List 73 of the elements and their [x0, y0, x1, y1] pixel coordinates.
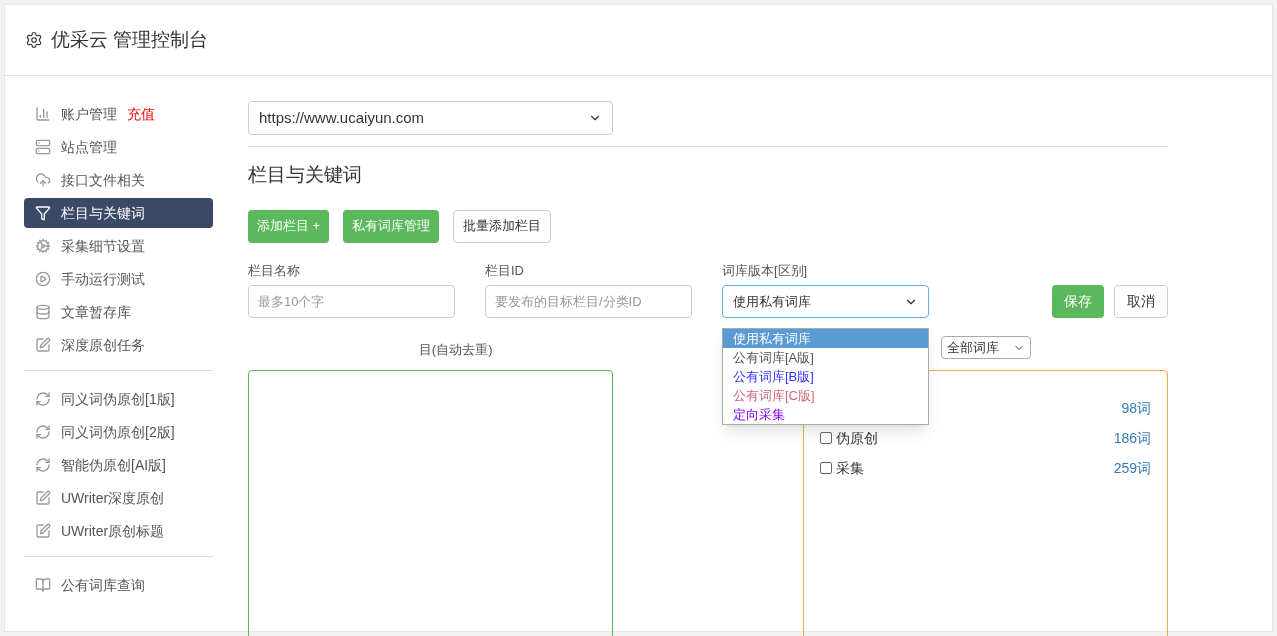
option-label: 公有词库[A版]: [733, 349, 814, 365]
section-title: 栏目与关键词: [248, 163, 362, 187]
console-title: 优采云 管理控制台: [51, 27, 209, 52]
text-field[interactable]: 最多10个字: [248, 285, 455, 318]
sidebar-label: 账户管理: [61, 104, 117, 124]
dropdown-option[interactable]: 公有词库[B版]: [723, 366, 928, 386]
dropdown-option[interactable]: 公有词库[C版]: [723, 385, 928, 405]
sidebar-label: UWriter原创标题: [61, 521, 165, 541]
selected-label: 目(自动去重): [418, 341, 493, 359]
sidebar-label: 手动运行测试: [61, 269, 145, 289]
field-label: 词库版本[区别]: [722, 261, 809, 280]
sidebar-item[interactable]: 接口文件相关: [24, 165, 213, 195]
dropdown-option[interactable]: 定向采集: [723, 404, 928, 424]
sidebar-label: 接口文件相关: [61, 170, 145, 190]
text-field[interactable]: 要发布的目标栏目/分类ID: [485, 285, 692, 318]
sidebar-label: UWriter深度原创: [61, 488, 165, 508]
server-icon: [35, 139, 51, 155]
database-icon: [35, 304, 51, 320]
sidebar-label: 站点管理: [61, 137, 117, 157]
sidebar-item[interactable]: UWriter原创标题: [24, 516, 213, 546]
settings-icon: [25, 31, 43, 49]
bar-chart-icon: [35, 106, 51, 122]
library-name: 伪原创: [835, 428, 878, 448]
sidebar-label: 栏目与关键词: [61, 203, 145, 223]
library-name: 采集: [835, 458, 864, 478]
edit-icon: [35, 490, 51, 506]
cancel-button[interactable]: 取消: [1114, 285, 1168, 318]
word-count: 186词: [1113, 428, 1151, 448]
field-label: 栏目ID: [485, 261, 525, 280]
word-count: 259词: [1113, 458, 1151, 478]
refresh-icon: [35, 391, 51, 407]
sidebar-item[interactable]: 手动运行测试: [24, 264, 213, 294]
play-icon: [35, 271, 51, 287]
sidebar-item[interactable]: 同义词伪原创[1版]: [24, 384, 213, 414]
sidebar-item[interactable]: 账户管理 充值: [24, 99, 213, 129]
edit-icon: [35, 523, 51, 539]
book-icon: [35, 577, 51, 593]
toolbar-button[interactable]: 批量添加栏目: [453, 209, 552, 243]
gear-icon: [35, 238, 51, 254]
word-count: 98词: [1121, 398, 1151, 418]
version-select[interactable]: 使用私有词库: [722, 285, 929, 318]
checkbox[interactable]: [819, 432, 832, 444]
sidebar-item[interactable]: UWriter深度原创: [24, 483, 213, 513]
checkbox[interactable]: [819, 462, 832, 474]
sidebar-label: 公有词库查询: [61, 575, 145, 595]
site-select[interactable]: https://www.ucaiyun.com: [248, 101, 613, 135]
option-label: 公有词库[B版]: [733, 368, 814, 384]
sidebar-label: 文章暂存库: [61, 302, 131, 322]
sidebar-item[interactable]: 同义词伪原创[2版]: [24, 417, 213, 447]
sidebar-item[interactable]: 采集细节设置: [24, 231, 213, 261]
edit-icon: [35, 337, 51, 353]
sidebar-item[interactable]: 深度原创任务: [24, 330, 213, 360]
sidebar-item[interactable]: 公有词库查询: [24, 570, 213, 600]
sidebar-item[interactable]: 站点管理: [24, 132, 213, 162]
field-label: 栏目名称: [248, 261, 301, 280]
refresh-icon: [35, 457, 51, 473]
sidebar-label: 同义词伪原创[1版]: [61, 389, 175, 409]
sidebar-label: 深度原创任务: [61, 335, 145, 355]
sidebar-label: 智能伪原创[AI版]: [61, 455, 166, 475]
sidebar-item[interactable]: 文章暂存库: [24, 297, 213, 327]
sidebar-item[interactable]: 智能伪原创[AI版]: [24, 450, 213, 480]
dropdown-option[interactable]: 公有词库[A版]: [723, 347, 928, 367]
library-filter[interactable]: 全部词库: [940, 336, 1031, 359]
sidebar-label: 同义词伪原创[2版]: [61, 422, 175, 442]
option-label: 使用私有词库: [733, 330, 811, 346]
option-label: 定向采集: [733, 406, 785, 422]
sidebar-label: 采集细节设置: [61, 236, 145, 256]
option-label: 公有词库[C版]: [733, 387, 815, 403]
refresh-icon: [35, 424, 51, 440]
filter-icon: [35, 205, 51, 221]
sidebar-item[interactable]: 栏目与关键词: [24, 198, 213, 228]
cloud-upload-icon: [35, 172, 51, 188]
recharge-link[interactable]: 充值: [127, 103, 155, 125]
